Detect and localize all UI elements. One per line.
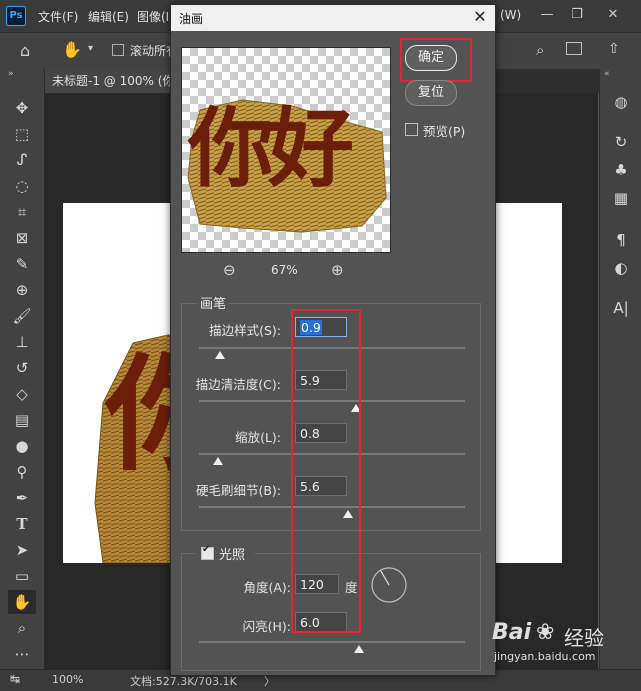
- search-icon[interactable]: ⌕: [536, 41, 544, 59]
- history-panel-icon[interactable]: ↻: [609, 131, 633, 153]
- grid-panel-icon[interactable]: ▦: [609, 187, 633, 209]
- menu-edit[interactable]: 编辑(E): [88, 8, 129, 25]
- oil-paint-dialog: 油画 ✕ 你好 ⊖ 67% ⊕ 确定 复位 预览(P) 画笔 描边样式(S): …: [170, 4, 496, 676]
- maximize-button[interactable]: ❐: [566, 6, 588, 24]
- menu-window[interactable]: (W): [500, 8, 521, 22]
- move-tool-icon[interactable]: ✥: [10, 97, 34, 119]
- close-app-button[interactable]: ✕: [602, 6, 624, 24]
- adjustments-panel-icon[interactable]: ◐: [609, 257, 633, 279]
- reset-button[interactable]: 复位: [405, 80, 457, 106]
- lighting-group-label: 光照: [219, 544, 246, 563]
- baidu-watermark: Bai ❀ 经验 jingyan.baidu.com: [492, 620, 632, 668]
- rectangle-tool-icon[interactable]: ▭: [10, 565, 34, 587]
- scroll-all-checkbox[interactable]: [112, 44, 124, 56]
- scale-label: 缩放(L):: [235, 430, 281, 445]
- filter-preview[interactable]: 你好: [181, 47, 391, 253]
- dialog-titlebar: 油画 ✕: [171, 5, 495, 31]
- quick-select-tool-icon[interactable]: ◌: [10, 175, 34, 197]
- zoom-tool-icon[interactable]: ⌕: [10, 617, 34, 639]
- stroke-style-slider-thumb[interactable]: [215, 351, 226, 359]
- preview-checkbox[interactable]: [405, 123, 418, 136]
- type-tool-icon[interactable]: T: [10, 513, 34, 535]
- collapse-right-icon[interactable]: «: [604, 69, 610, 79]
- zoom-out-icon[interactable]: ⊖: [223, 261, 236, 279]
- preview-text: 你好: [188, 99, 354, 199]
- right-panel-dock: « ◍ ↻ ♣ ▦ ¶ ◐ A|: [599, 69, 641, 669]
- preview-zoom-value: 67%: [271, 263, 298, 277]
- tab-toggle-icon[interactable]: ↹: [10, 672, 20, 686]
- dialog-title: 油画: [179, 12, 204, 26]
- eraser-tool-icon[interactable]: ◇: [10, 383, 34, 405]
- watermark-url: jingyan.baidu.com: [494, 650, 596, 663]
- document-tab[interactable]: 未标题-1 @ 100% (你: [44, 69, 180, 93]
- frame-tool-icon[interactable]: ⊠: [10, 227, 34, 249]
- history-brush-tool-icon[interactable]: ↺: [10, 357, 34, 379]
- stroke-cleanliness-label: 描边清洁度(C):: [195, 377, 281, 392]
- angle-label: 角度(A):: [243, 580, 291, 595]
- preview-label: 预览(P): [423, 124, 466, 139]
- watermark-brand: Bai: [492, 620, 532, 645]
- blur-tool-icon[interactable]: ●: [10, 435, 34, 457]
- angle-dial[interactable]: [369, 565, 409, 605]
- dialog-close-button[interactable]: ✕: [469, 7, 491, 27]
- dodge-tool-icon[interactable]: ⚲: [10, 461, 34, 483]
- shine-label: 闪亮(H):: [242, 619, 291, 634]
- gradient-tool-icon[interactable]: ▤: [10, 409, 34, 431]
- eyedropper-tool-icon[interactable]: ✎: [10, 253, 34, 275]
- path-select-tool-icon[interactable]: ➤: [10, 539, 34, 561]
- tools-panel: » ✥ ⬚ ᔑ ◌ ⌗ ⊠ ✎ ⊕ 🖌 ⊥ ↺ ◇ ▤ ● ⚲ ✒ T ➤ ▭ …: [0, 69, 45, 669]
- character-panel-icon[interactable]: A|: [609, 297, 633, 319]
- hand-tool-icon[interactable]: ✋: [10, 591, 34, 613]
- healing-brush-tool-icon[interactable]: ⊕: [10, 279, 34, 301]
- swatches-panel-icon[interactable]: ♣: [609, 159, 633, 181]
- color-panel-icon[interactable]: ◍: [609, 91, 633, 113]
- hand-tool-icon[interactable]: ✋: [62, 40, 82, 59]
- shine-slider[interactable]: [199, 641, 465, 643]
- more-tools-icon[interactable]: ⋯: [10, 643, 34, 665]
- minimize-button[interactable]: —: [536, 6, 558, 24]
- brush-tool-icon[interactable]: 🖌: [10, 305, 34, 327]
- paragraph-panel-icon[interactable]: ¶: [609, 229, 633, 251]
- crop-tool-icon[interactable]: ⌗: [10, 201, 34, 223]
- collapse-panel-icon[interactable]: »: [8, 69, 14, 79]
- lasso-tool-icon[interactable]: ᔑ: [10, 149, 34, 171]
- scale-slider-thumb[interactable]: [212, 457, 223, 465]
- workspace-icon[interactable]: [566, 42, 582, 55]
- values-highlight: [291, 309, 361, 633]
- menu-image[interactable]: 图像(I: [137, 8, 169, 25]
- check-icon: ✔: [202, 544, 211, 555]
- photoshop-logo: Ps: [6, 6, 26, 26]
- shine-slider-thumb[interactable]: [353, 645, 364, 653]
- ok-button[interactable]: 确定: [405, 45, 457, 71]
- marquee-tool-icon[interactable]: ⬚: [10, 123, 34, 145]
- paw-icon: ❀: [536, 620, 555, 645]
- pen-tool-icon[interactable]: ✒: [10, 487, 34, 509]
- share-icon[interactable]: ⇧: [608, 41, 620, 57]
- stamp-tool-icon[interactable]: ⊥: [10, 331, 34, 353]
- chevron-down-icon[interactable]: ▾: [88, 43, 93, 54]
- menu-file[interactable]: 文件(F): [38, 8, 78, 25]
- home-icon[interactable]: ⌂: [20, 41, 30, 60]
- brush-group-label: 画笔: [197, 293, 230, 312]
- watermark-brand-cn: 经验: [564, 626, 604, 650]
- zoom-level[interactable]: 100%: [52, 673, 83, 686]
- bristle-detail-label: 硬毛刷细节(B):: [195, 483, 281, 498]
- stroke-style-label: 描边样式(S):: [209, 323, 281, 338]
- zoom-in-icon[interactable]: ⊕: [331, 261, 344, 279]
